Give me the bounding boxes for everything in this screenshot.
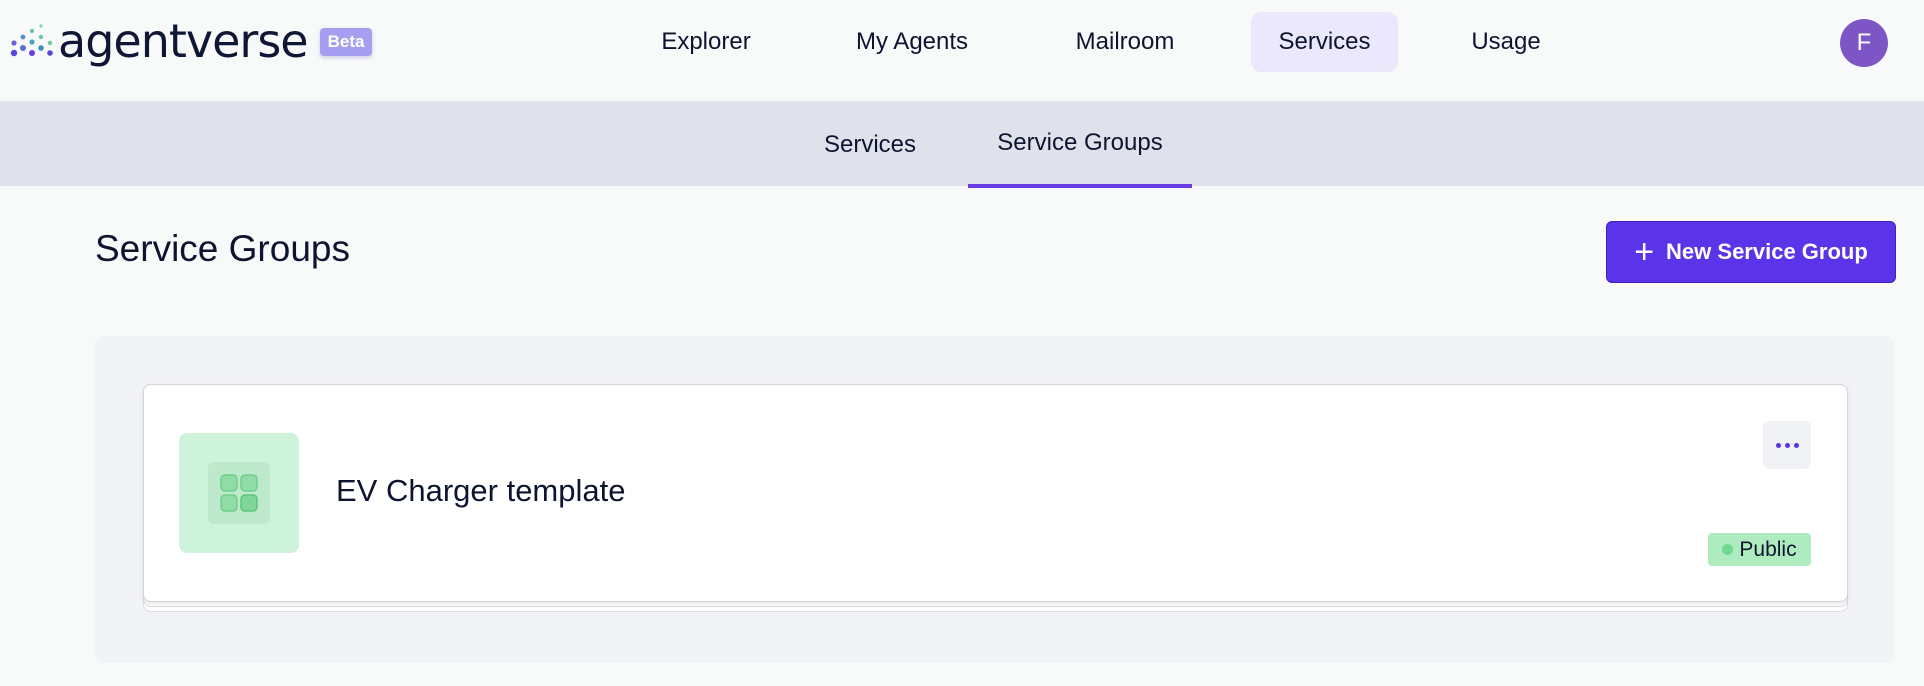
- service-group-card[interactable]: EV Charger template Public: [143, 384, 1848, 602]
- status-dot-icon: [1722, 544, 1734, 555]
- tab-service-groups[interactable]: Service Groups: [968, 102, 1192, 188]
- status-badge: Public: [1708, 533, 1811, 566]
- logo-wordmark: agentverse: [58, 14, 309, 68]
- nav-item-mailroom[interactable]: Mailroom: [1050, 12, 1200, 72]
- logo-dots-icon: [10, 24, 53, 57]
- user-avatar[interactable]: F: [1840, 19, 1888, 67]
- nav-item-services[interactable]: Services: [1251, 12, 1398, 72]
- grid-icon-graphic: [220, 474, 258, 512]
- status-label: Public: [1739, 537, 1797, 561]
- sub-navigation-bar: Services Service Groups: [0, 102, 1924, 188]
- tab-services[interactable]: Services: [800, 102, 940, 188]
- agentverse-logo[interactable]: agentverse Beta: [10, 14, 373, 68]
- more-dots-icon: [1775, 442, 1781, 448]
- new-service-group-label: New Service Group: [1666, 239, 1868, 264]
- nav-item-usage[interactable]: Usage: [1450, 12, 1562, 72]
- nav-item-my-agents[interactable]: My Agents: [834, 12, 990, 72]
- service-group-card-stack: EV Charger template Public: [143, 384, 1848, 616]
- nav-item-explorer[interactable]: Explorer: [640, 12, 772, 72]
- top-navigation-bar: agentverse Beta Explorer My Agents Mailr…: [0, 0, 1924, 102]
- service-group-name: EV Charger template: [336, 473, 626, 508]
- grid-icon: [208, 462, 270, 524]
- plus-icon: +: [1634, 233, 1655, 271]
- new-service-group-button[interactable]: + New Service Group: [1606, 221, 1896, 283]
- more-options-button[interactable]: [1763, 421, 1811, 469]
- page-title: Service Groups: [95, 228, 350, 269]
- service-group-thumbnail: [179, 433, 299, 553]
- beta-badge: Beta: [319, 28, 373, 56]
